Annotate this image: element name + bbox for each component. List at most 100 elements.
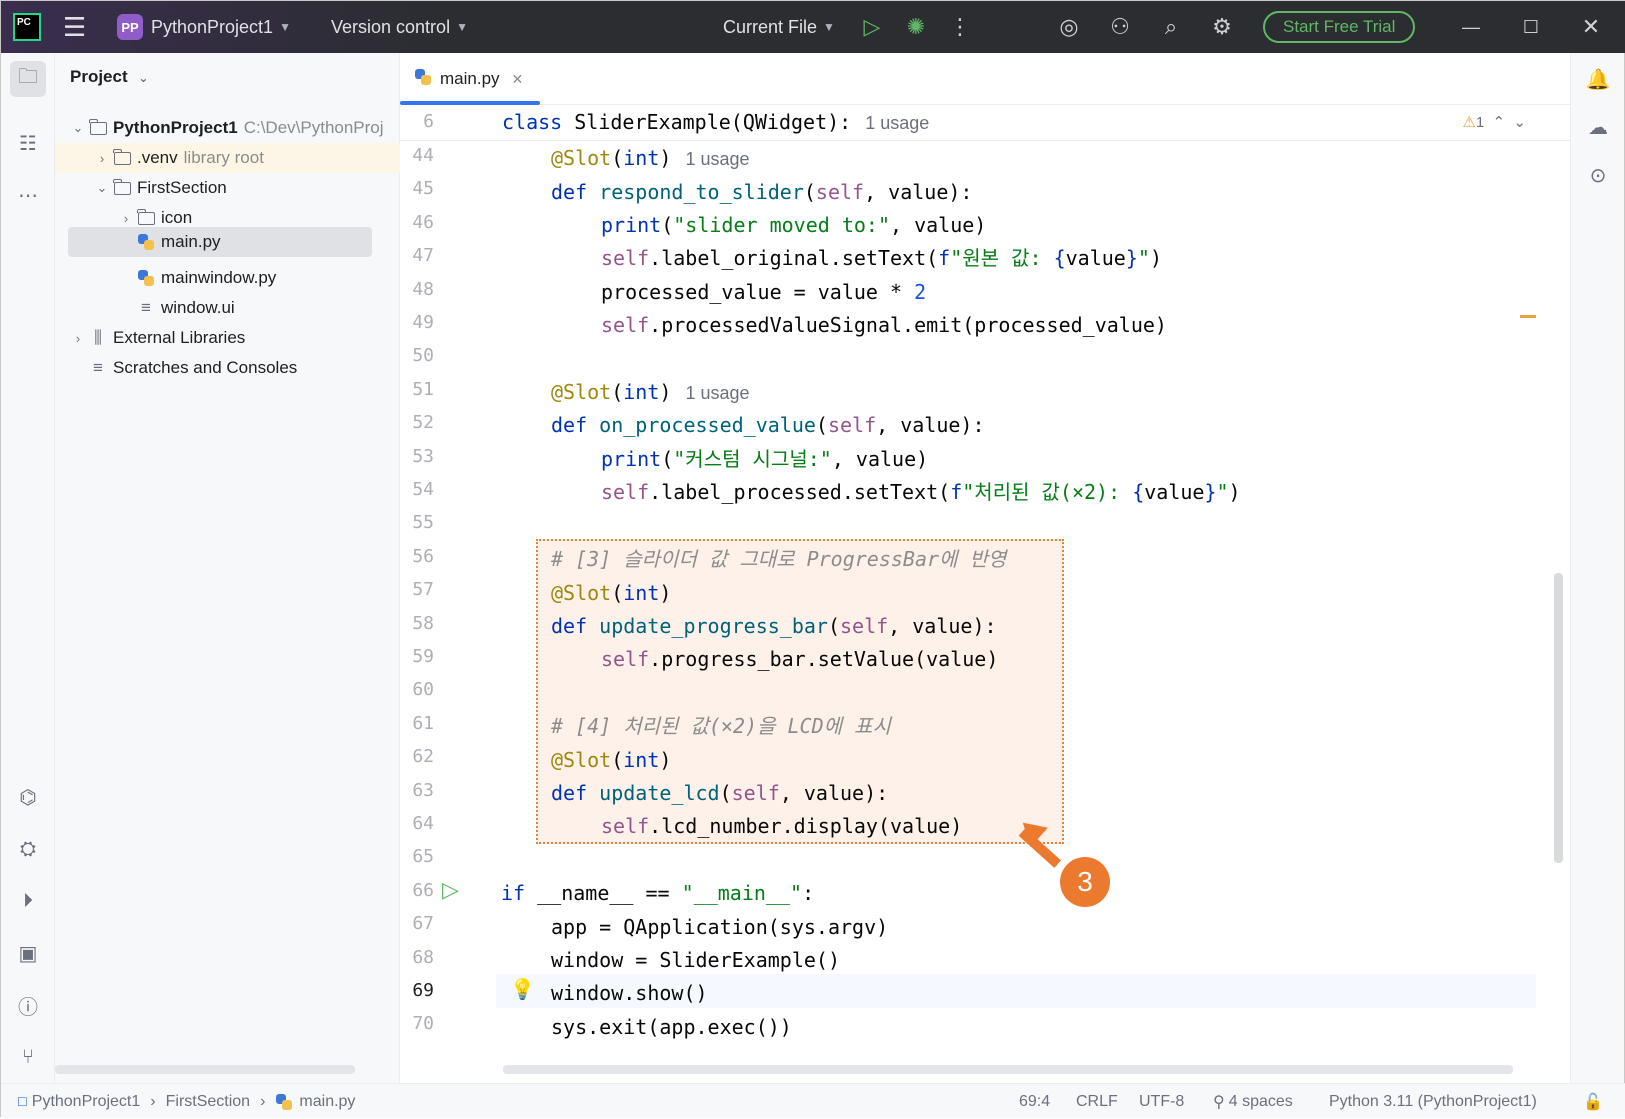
breadcrumb-item[interactable]: FirstSection <box>166 1093 250 1111</box>
project-folder-icon[interactable]: 🗀 <box>10 61 46 97</box>
tab-main-py[interactable]: main.py ✕ <box>400 53 540 105</box>
line-number: 58 <box>412 612 434 634</box>
lock-icon[interactable]: 🔓 <box>1583 1084 1603 1119</box>
indent-icon: ⚲ <box>1213 1093 1225 1111</box>
caret-position[interactable]: 69:4 <box>1019 1084 1050 1119</box>
line-number: 48 <box>412 278 434 300</box>
tree-item-mainwindow-py[interactable]: mainwindow.py <box>55 263 400 293</box>
editor-horizontal-scrollbar[interactable] <box>503 1065 1513 1074</box>
chevron-down-icon[interactable]: ⌄ <box>69 120 87 136</box>
run-config-selector[interactable]: Current File ▼ <box>723 1 835 53</box>
git-icon[interactable]: ⑂ <box>10 1039 46 1075</box>
indent-setting[interactable]: ⚲ 4 spaces <box>1213 1084 1293 1119</box>
line-number: 55 <box>412 512 434 534</box>
file-encoding[interactable]: UTF-8 <box>1139 1084 1184 1119</box>
tree-item-label: PythonProject1 <box>113 118 238 137</box>
line-number: 67 <box>412 913 434 935</box>
chevron-right-icon: › <box>150 1092 156 1110</box>
debug-icon[interactable]: ✺ <box>898 1 934 53</box>
notifications-bell-icon[interactable]: 🔔 <box>1580 61 1616 97</box>
tree-item-path: C:\Dev\PythonProj <box>243 118 384 137</box>
usage-hint[interactable]: 1 usage <box>685 383 749 403</box>
tree-item-hint: library root <box>183 148 264 167</box>
scroll-warning-marker[interactable] <box>1520 315 1536 318</box>
tree-item-external-libraries[interactable]: › ⫼ External Libraries <box>55 323 400 353</box>
line-number: 69 <box>412 980 434 1001</box>
start-free-trial-button[interactable]: Start Free Trial <box>1263 11 1416 43</box>
line-number: 60 <box>412 679 434 701</box>
run-tool-icon[interactable]: ⏵ <box>10 883 46 919</box>
intention-bulb-icon[interactable]: 💡 <box>510 977 535 1002</box>
minimize-icon[interactable]: — <box>1453 1 1489 53</box>
add-user-icon[interactable]: ⚇ <box>1102 1 1138 53</box>
code-line: sys.exit(app.exec()) <box>551 1015 792 1039</box>
code-line: @Slot(int) <box>551 748 672 772</box>
terminal-icon[interactable]: ▣ <box>10 935 46 971</box>
breadcrumb-item[interactable]: main.py <box>299 1093 355 1111</box>
more-actions-icon[interactable]: ⋮ <box>942 1 978 53</box>
tree-item-label: icon <box>161 208 193 227</box>
python-packages-icon[interactable]: ⌬ <box>10 779 46 815</box>
usage-hint[interactable]: 1 usage <box>865 113 929 133</box>
project-horizontal-scrollbar[interactable] <box>55 1065 355 1074</box>
code-token: class <box>502 110 563 134</box>
code-editor[interactable]: 6 class SliderExample(QWidget): 1 usage ⚠… <box>400 105 1570 1073</box>
code-line: window = SliderExample() <box>551 948 840 972</box>
chevron-right-icon[interactable]: › <box>69 331 87 346</box>
project-switcher[interactable]: PP PythonProject1 ▼ <box>117 1 291 53</box>
search-icon[interactable]: ⌕ <box>1153 1 1189 53</box>
tree-item-window-ui[interactable]: ≡ window.ui <box>55 293 400 323</box>
code-line: def on_processed_value(self, value): <box>551 413 985 437</box>
ai-assistant-icon[interactable]: ◎ <box>1051 1 1087 53</box>
line-number: 49 <box>412 312 434 333</box>
problems-icon[interactable]: ⓘ <box>10 987 46 1023</box>
settings-gear-icon[interactable]: ⚙ <box>1204 1 1240 53</box>
chevron-down-icon[interactable]: ⌄ <box>93 180 111 196</box>
title-bar: PC ☰ PP PythonProject1 ▼ Version control… <box>1 1 1625 53</box>
breadcrumb: ☐ PythonProject1 › FirstSection › main.p… <box>17 1084 355 1119</box>
ai-chat-icon[interactable]: ☁ <box>1580 109 1616 145</box>
main-menu-icon[interactable]: ☰ <box>63 1 86 53</box>
tree-item-label: window.ui <box>161 298 235 317</box>
left-tool-strip: 🗀 ☷ ⋯ ⌬ ⛭ ⏵ ▣ ⓘ ⑂ <box>1 53 55 1083</box>
commit-icon[interactable]: ⊙ <box>1580 157 1616 193</box>
code-line: # [3] 슬라이더 값 그대로 ProgressBar에 반영 <box>551 547 1007 571</box>
line-number: 68 <box>412 946 434 968</box>
tree-item-label: External Libraries <box>113 328 246 347</box>
tree-item-pythonproject1[interactable]: ⌄ PythonProject1 C:\Dev\PythonProj <box>55 113 400 143</box>
line-number: 54 <box>412 479 434 500</box>
chevron-right-icon[interactable]: › <box>93 151 111 166</box>
project-panel-title[interactable]: Project ⌄ <box>70 67 148 87</box>
run-icon[interactable]: ▷ <box>854 1 890 53</box>
chevron-down-icon: ▼ <box>279 20 291 34</box>
structure-icon[interactable]: ☷ <box>10 125 46 161</box>
tree-item-venv[interactable]: › .venv library root <box>55 143 400 173</box>
maximize-icon[interactable]: ☐ <box>1513 1 1549 53</box>
sticky-header[interactable]: 6 class SliderExample(QWidget): 1 usage ⚠… <box>400 105 1570 141</box>
tree-item-main-py[interactable]: main.py <box>68 227 372 257</box>
python-interpreter[interactable]: Python 3.11 (PythonProject1) <box>1329 1084 1537 1119</box>
tree-item-firstsection[interactable]: ⌄ FirstSection <box>55 173 400 203</box>
start-free-trial-label: Start Free Trial <box>1263 11 1416 43</box>
usage-hint[interactable]: 1 usage <box>685 149 749 169</box>
chevron-right-icon[interactable]: › <box>117 211 135 226</box>
line-number: 45 <box>412 178 434 200</box>
module-icon: ☐ <box>17 1094 28 1109</box>
chevron-right-icon: › <box>260 1092 266 1110</box>
breadcrumb-item[interactable]: PythonProject1 <box>32 1093 141 1111</box>
close-tab-icon[interactable]: ✕ <box>512 71 524 88</box>
services-icon[interactable]: ⛭ <box>10 831 46 867</box>
close-icon[interactable]: ✕ <box>1573 1 1609 53</box>
version-control-menu[interactable]: Version control ▼ <box>331 1 468 53</box>
code-line: @Slot(int) <box>551 581 672 605</box>
run-gutter-icon[interactable]: ▷ <box>442 877 459 903</box>
tree-item-scratches[interactable]: ≡ Scratches and Consoles <box>55 353 400 383</box>
line-number: 59 <box>412 646 434 667</box>
tree-item-label: main.py <box>161 232 221 251</box>
scratches-icon: ≡ <box>93 358 103 377</box>
python-file-icon <box>275 1093 293 1111</box>
line-number: 61 <box>412 712 434 734</box>
line-separator[interactable]: CRLF <box>1076 1084 1118 1119</box>
more-tools-icon[interactable]: ⋯ <box>10 177 46 213</box>
warning-indicator[interactable]: ⚠1 ⌃ ⌄ <box>1462 113 1526 131</box>
